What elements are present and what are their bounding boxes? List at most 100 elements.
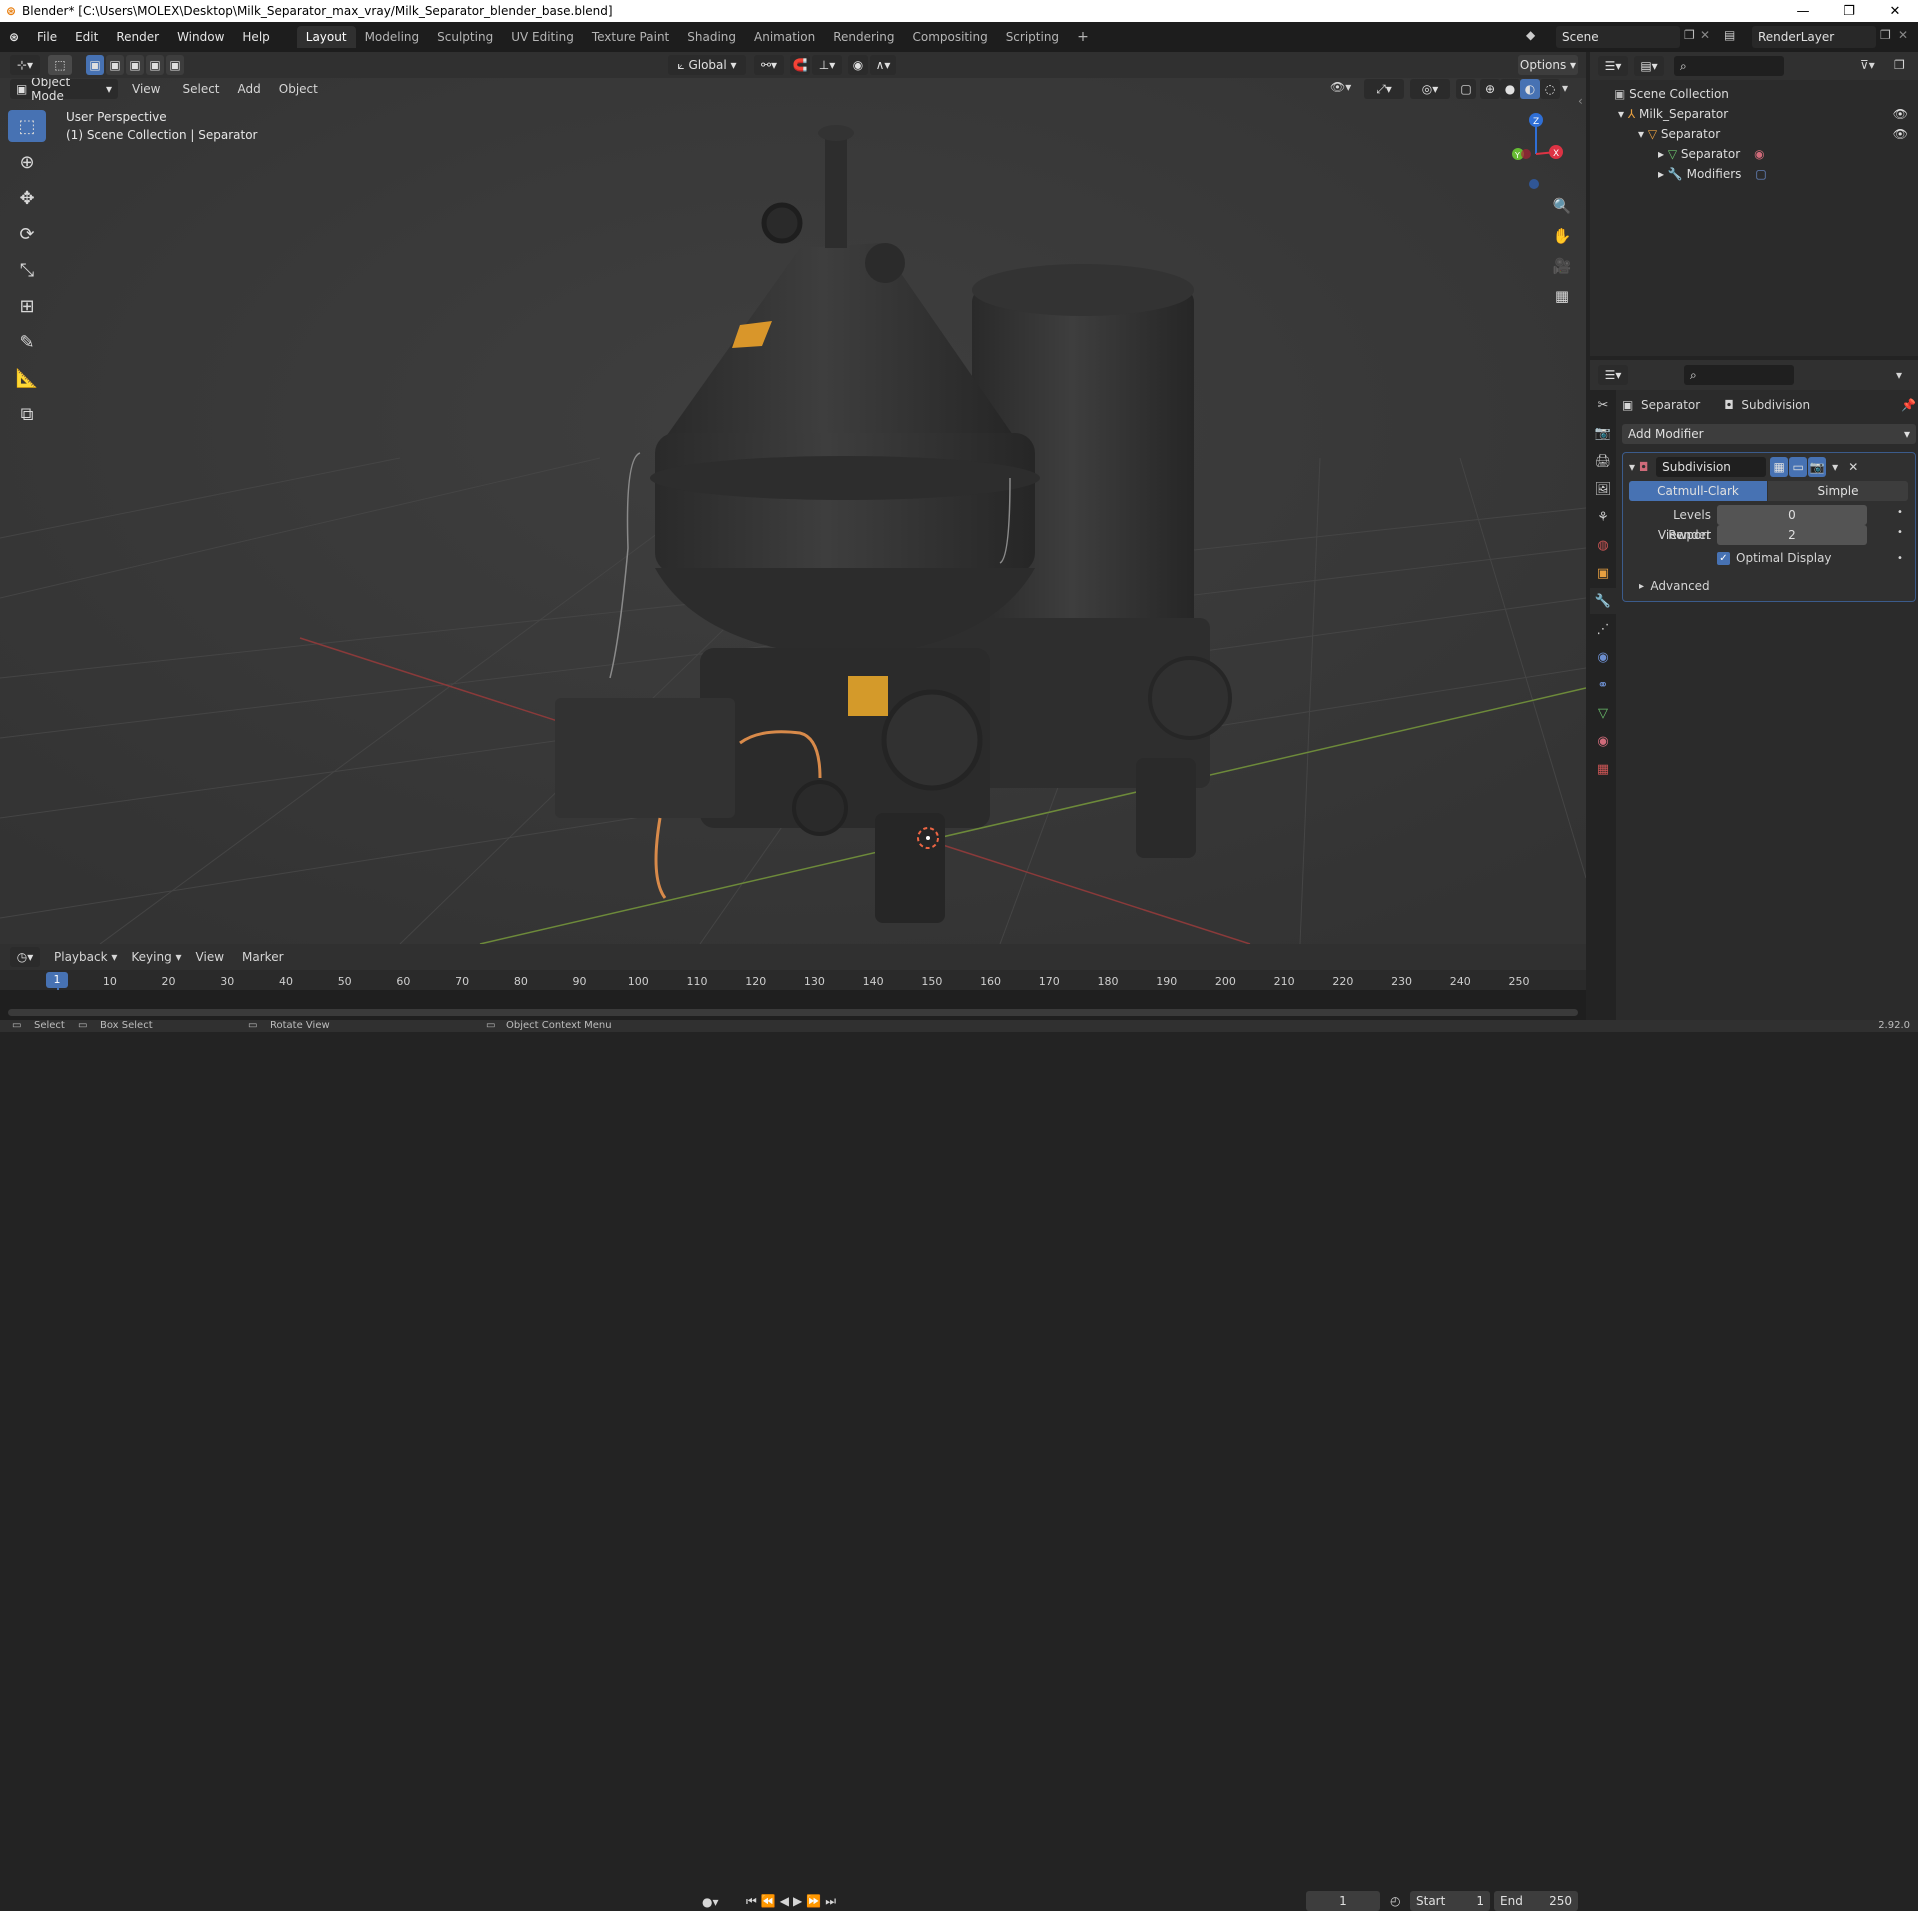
- texture-tab-icon[interactable]: ▦: [1590, 756, 1616, 782]
- object-tab-icon[interactable]: ▣: [1590, 560, 1616, 586]
- world-tab-icon[interactable]: ◍: [1590, 532, 1616, 558]
- keyframe-dot-icon[interactable]: •: [1897, 527, 1903, 538]
- xray-toggle-icon[interactable]: ▢: [1456, 79, 1476, 99]
- add-cube-tool-icon[interactable]: ⧉: [8, 398, 46, 430]
- pin-icon[interactable]: 📌: [1901, 398, 1916, 412]
- proportional-edit-icon[interactable]: ◉: [848, 55, 868, 75]
- material-tab-icon[interactable]: ◉: [1590, 728, 1616, 754]
- chevron-down-icon[interactable]: ▾: [1896, 368, 1902, 382]
- modifier-menu-chevron-icon[interactable]: ▾: [1832, 460, 1838, 474]
- annotate-tool-icon[interactable]: ✎: [8, 326, 46, 358]
- pivot-point-icon[interactable]: ⚯▾: [754, 55, 784, 75]
- optimal-display-checkbox[interactable]: ✓: [1717, 551, 1730, 565]
- viewport-menu-view[interactable]: View: [132, 82, 160, 96]
- gizmo-neg-x-axis[interactable]: [1521, 149, 1531, 159]
- particles-tab-icon[interactable]: ⋰: [1590, 616, 1616, 642]
- levels-viewport-field[interactable]: 0: [1717, 505, 1867, 525]
- eye-visibility-icon[interactable]: 👁: [1893, 127, 1908, 141]
- view-layer-selector[interactable]: RenderLayer: [1752, 26, 1876, 48]
- outliner-row-scene-collection[interactable]: ▣ Scene Collection: [1590, 84, 1918, 104]
- sidebar-toggle-icon[interactable]: ‹: [1578, 94, 1583, 108]
- timeline-scrollbar[interactable]: [8, 1009, 1578, 1016]
- outliner-row-modifiers[interactable]: ▸ 🔧 Modifiers ▢: [1590, 164, 1918, 184]
- proportional-falloff-icon[interactable]: ∧▾: [870, 55, 896, 75]
- auto-keying-icon[interactable]: ●▾: [702, 1895, 719, 1909]
- material-icon[interactable]: ◉: [1754, 147, 1764, 161]
- end-frame-field[interactable]: End 250: [1494, 1891, 1578, 1911]
- select-invert-icon[interactable]: ▣: [146, 55, 164, 75]
- select-subtract-icon[interactable]: ▣: [126, 55, 144, 75]
- realtime-toggle-icon[interactable]: ▭: [1789, 457, 1808, 477]
- next-keyframe-icon[interactable]: ⏩: [806, 1894, 825, 1908]
- shading-options-chevron-icon[interactable]: ▾: [1562, 81, 1568, 95]
- 3d-viewport[interactable]: ▣ Object Mode ▾ View Select Add Object 👁…: [0, 78, 1586, 944]
- outliner-editor-type-icon[interactable]: ☰▾: [1598, 56, 1628, 76]
- tab-modeling[interactable]: Modeling: [356, 26, 429, 48]
- render-tab-icon[interactable]: 📷: [1590, 420, 1616, 446]
- timeline-menu-view[interactable]: View: [196, 950, 224, 964]
- expand-arrow-icon[interactable]: ▸: [1658, 167, 1668, 181]
- properties-search-input[interactable]: ⌕: [1684, 365, 1794, 385]
- measure-tool-icon[interactable]: 📐: [8, 362, 46, 394]
- optimal-display-row[interactable]: ✓ Optimal Display: [1717, 551, 1832, 565]
- navigation-gizmo[interactable]: Z X Y: [1496, 108, 1576, 198]
- play-reverse-icon[interactable]: ◀: [780, 1894, 793, 1908]
- gizmo-neg-z-axis[interactable]: [1529, 179, 1539, 189]
- filter-icon[interactable]: ⊽▾: [1860, 58, 1875, 72]
- material-shading-icon[interactable]: ◐: [1520, 79, 1540, 99]
- tab-sculpting[interactable]: Sculpting: [428, 26, 502, 48]
- keyframe-dot-icon[interactable]: •: [1897, 553, 1903, 564]
- properties-editor-type-icon[interactable]: ☰▾: [1598, 365, 1628, 385]
- simple-button[interactable]: Simple: [1768, 481, 1908, 501]
- render-levels-field[interactable]: 2: [1717, 525, 1867, 545]
- scene-selector[interactable]: Scene: [1556, 26, 1680, 48]
- select-intersect-icon[interactable]: ▣: [166, 55, 184, 75]
- stopwatch-icon[interactable]: ◴: [1390, 1894, 1400, 1908]
- camera-view-icon[interactable]: 🎥: [1548, 252, 1576, 280]
- editor-type-icon[interactable]: ⊹▾: [10, 55, 40, 75]
- blender-menu-icon[interactable]: ⊛: [0, 30, 28, 44]
- viewport-menu-object[interactable]: Object: [279, 82, 318, 96]
- active-tool-icon[interactable]: ⬚: [48, 55, 72, 75]
- transform-tool-icon[interactable]: ⊞: [8, 290, 46, 322]
- current-frame-field[interactable]: 1: [1306, 1891, 1380, 1911]
- timeline-menu-marker[interactable]: Marker: [242, 950, 283, 964]
- menu-render[interactable]: Render: [107, 30, 168, 44]
- snap-target-icon[interactable]: ⊥▾: [812, 55, 842, 75]
- viewport-menu-add[interactable]: Add: [238, 82, 261, 96]
- object-mode-dropdown[interactable]: ▣ Object Mode ▾: [10, 78, 118, 103]
- menu-file[interactable]: File: [28, 30, 66, 44]
- modifier-tab-icon[interactable]: 🔧: [1590, 588, 1616, 614]
- tab-animation[interactable]: Animation: [745, 26, 824, 48]
- options-dropdown[interactable]: Options ▾: [1518, 55, 1578, 75]
- select-extend-icon[interactable]: ▣: [106, 55, 124, 75]
- gizmo-toggle-icon[interactable]: ⤢▾: [1364, 79, 1404, 99]
- outliner-row-separator-object[interactable]: ▾ ▽ Separator 👁: [1590, 124, 1918, 144]
- output-tab-icon[interactable]: 🖨: [1590, 448, 1616, 474]
- outliner-search-input[interactable]: ⌕: [1674, 56, 1784, 76]
- wireframe-shading-icon[interactable]: ⊕: [1480, 79, 1500, 99]
- view-layer-browse-icon[interactable]: ▤: [1724, 28, 1735, 42]
- timeline-editor-type-icon[interactable]: ◷▾: [10, 947, 40, 967]
- play-icon[interactable]: ▶: [793, 1894, 806, 1908]
- ortho-grid-icon[interactable]: ▦: [1548, 282, 1576, 310]
- close-window-button[interactable]: ✕: [1872, 0, 1918, 22]
- snap-toggle-icon[interactable]: 🧲: [790, 55, 810, 75]
- pan-hand-icon[interactable]: ✋: [1548, 222, 1576, 250]
- select-box-tool-icon[interactable]: ⬚: [8, 110, 46, 142]
- edit-mode-toggle-icon[interactable]: ▦: [1770, 457, 1789, 477]
- delete-scene-icon[interactable]: ✕: [1700, 28, 1710, 42]
- timeline-menu-keying[interactable]: Keying ▾: [131, 950, 181, 964]
- expand-arrow-icon[interactable]: ▾: [1618, 107, 1628, 121]
- zoom-icon[interactable]: 🔍: [1548, 192, 1576, 220]
- tool-tab-icon[interactable]: ✂: [1590, 392, 1616, 418]
- advanced-subpanel-header[interactable]: ▸ Advanced: [1639, 579, 1710, 593]
- tab-shading[interactable]: Shading: [678, 26, 745, 48]
- menu-help[interactable]: Help: [233, 30, 278, 44]
- scene-tab-icon[interactable]: ⚘: [1590, 504, 1616, 530]
- display-mode-icon[interactable]: ▤▾: [1634, 56, 1664, 76]
- outliner-row-milk-separator[interactable]: ▾ ⅄ Milk_Separator 👁: [1590, 104, 1918, 124]
- menu-edit[interactable]: Edit: [66, 30, 107, 44]
- add-modifier-dropdown[interactable]: Add Modifier ▾: [1622, 424, 1916, 444]
- scale-tool-icon[interactable]: ⤡: [8, 254, 46, 286]
